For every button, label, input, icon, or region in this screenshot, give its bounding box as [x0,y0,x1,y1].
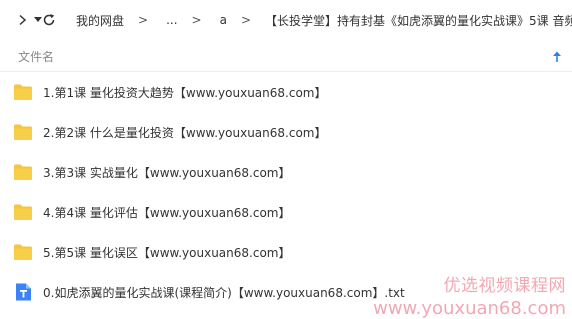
folder-icon [14,124,32,140]
nav-toolbar: 我的网盘 > ... > a > 【长投学堂】持有封基《如虎添翼的量化实战课》5… [0,0,572,40]
file-name: 0.如虎添翼的量化实战课(课程简介)【www.youxuan68.com】.tx… [43,285,405,300]
list-item[interactable]: 3.第3课 实战量化【www.youxuan68.com】 [0,152,572,192]
breadcrumb-separator-icon: > [138,13,149,27]
sort-button[interactable] [550,49,564,65]
file-name: 3.第3课 实战量化【www.youxuan68.com】 [43,165,291,180]
chevron-right-icon [19,14,27,26]
breadcrumb: 我的网盘 > ... > a > 【长投学堂】持有封基《如虎添翼的量化实战课》5… [76,12,572,29]
list-item[interactable]: 5.第5课 量化误区【www.youxuan68.com】 [0,232,572,272]
breadcrumb-ellipsis[interactable]: ... [166,13,177,27]
folder-icon [14,244,32,260]
breadcrumb-root[interactable]: 我的网盘 [76,12,124,29]
sort-up-arrow-icon [553,51,561,62]
list-item[interactable]: 1.第1课 量化投资大趋势【www.youxuan68.com】 [0,72,572,112]
folder-icon [14,84,32,100]
list-item[interactable]: 4.第4课 量化评估【www.youxuan68.com】 [0,192,572,232]
file-list: 1.第1课 量化投资大趋势【www.youxuan68.com】 2.第2课 什… [0,72,572,312]
breadcrumb-current: 【长投学堂】持有封基《如虎添翼的量化实战课》5课 音频+文 [265,13,572,28]
file-list-header: 文件名 [0,42,572,72]
breadcrumb-separator-icon: > [240,13,252,27]
breadcrumb-folder-a[interactable]: a [220,13,227,27]
breadcrumb-separator-icon: > [191,13,202,27]
list-item[interactable]: 2.第2课 什么是量化投资【www.youxuan68.com】 [0,112,572,152]
folder-icon [14,204,32,220]
refresh-button[interactable] [42,6,56,34]
text-file-icon [16,283,31,301]
file-name: 2.第2课 什么是量化投资【www.youxuan68.com】 [43,125,327,140]
list-item[interactable]: 0.如虎添翼的量化实战课(课程简介)【www.youxuan68.com】.tx… [0,272,572,312]
history-dropdown-button[interactable] [34,6,42,34]
file-name: 4.第4课 量化评估【www.youxuan68.com】 [43,205,291,220]
folder-icon [14,164,32,180]
refresh-icon [43,14,55,26]
file-name: 5.第5课 量化误区【www.youxuan68.com】 [43,245,291,260]
file-name: 1.第1课 量化投资大趋势【www.youxuan68.com】 [43,85,327,100]
column-header-filename[interactable]: 文件名 [18,48,54,65]
caret-down-icon [34,17,42,22]
forward-button[interactable] [16,6,28,34]
